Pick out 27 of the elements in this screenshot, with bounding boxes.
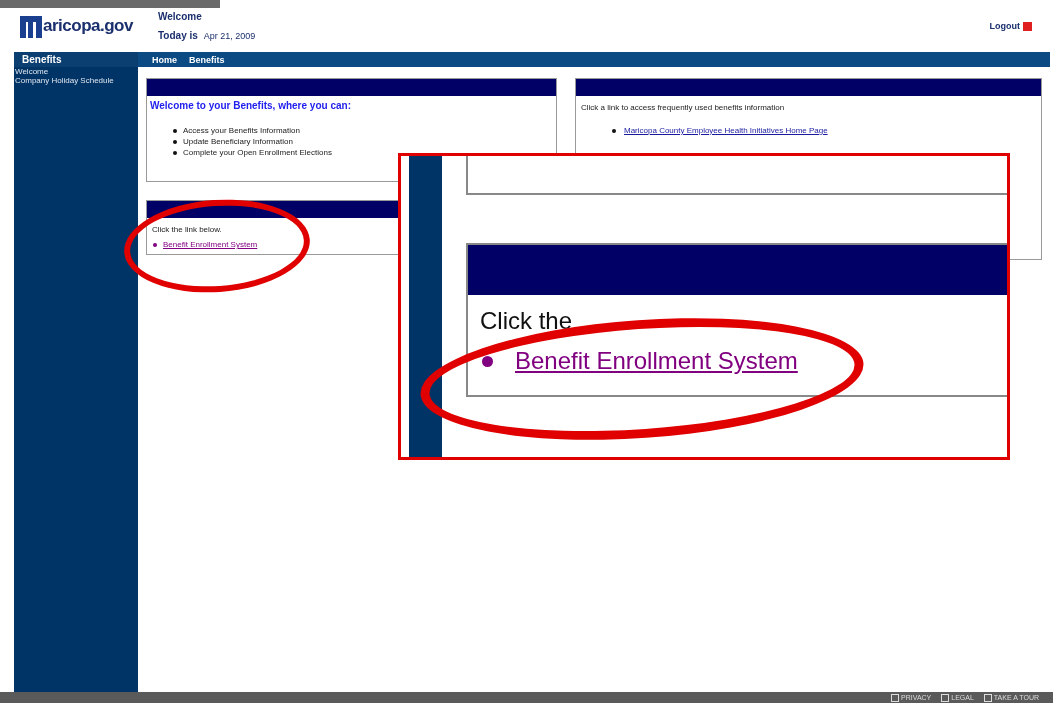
panel-heading: Welcome to your Benefits, where you can: [149, 99, 352, 113]
list-item: Complete your Open Enrollment Elections [183, 147, 332, 158]
bullet-icon [153, 242, 157, 247]
bullet-icon [173, 128, 177, 133]
close-icon [1023, 21, 1032, 31]
bullet-icon [173, 139, 177, 144]
nav-link[interactable]: Home [152, 54, 177, 65]
logo-text: aricopa.gov [43, 16, 133, 36]
enrollment-link[interactable]: Benefit Enrollment System [163, 240, 258, 249]
sidebar-link[interactable]: Welcome [14, 67, 138, 76]
date-text: Apr 21, 2009 [203, 31, 256, 41]
bullet-icon [482, 355, 493, 367]
welcome-label: Welcome [158, 11, 203, 22]
panel-text: Click the [479, 306, 574, 335]
info-link[interactable]: Maricopa County Employee Health Initiatives Home Page [624, 126, 828, 135]
logout-link[interactable]: Logout [989, 21, 1032, 31]
panel-text: Click the link below. [151, 224, 223, 234]
nav-link[interactable]: Benefits [189, 54, 225, 65]
list-item: Access your Benefits Information [183, 125, 300, 136]
sidebar-link[interactable]: Company Holiday Schedule [14, 76, 138, 85]
enrollment-link[interactable]: Benefit Enrollment System [515, 347, 798, 375]
today-label: Today is [158, 30, 198, 41]
sidebar-title: Benefits [14, 52, 138, 67]
list-item: Update Beneficiary Information [183, 136, 293, 147]
bullet-icon [612, 128, 616, 133]
bullet-icon [173, 150, 177, 155]
panel-text: Click a link to access frequently used benefits information [580, 102, 786, 112]
